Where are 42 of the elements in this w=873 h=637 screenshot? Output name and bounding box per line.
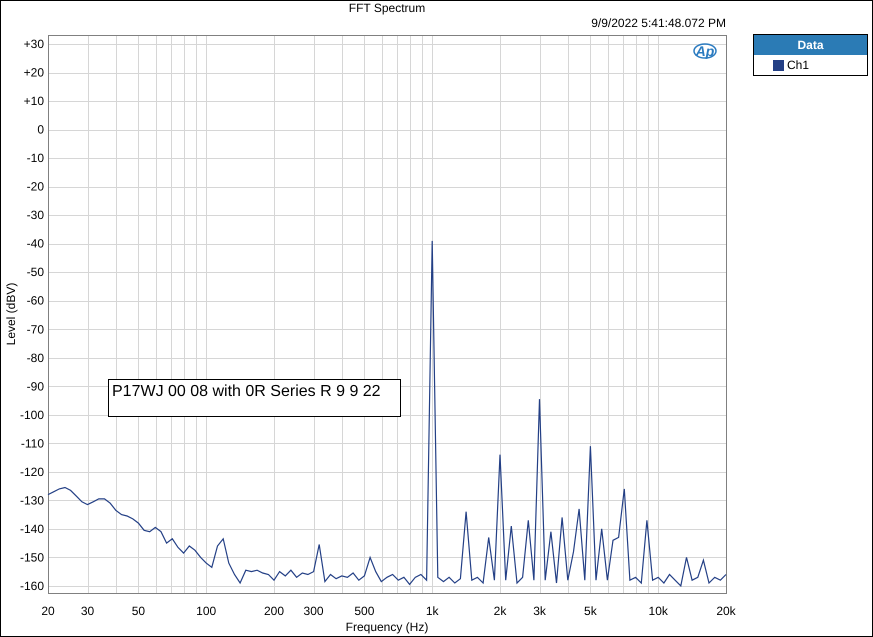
x-tick-label: 30 xyxy=(80,604,94,618)
y-tick-label: -30 xyxy=(26,208,44,222)
y-tick-label: +10 xyxy=(24,94,44,108)
y-axis-title: Level (dBV) xyxy=(4,282,18,346)
y-tick-label: -20 xyxy=(26,180,44,194)
y-tick-label: -90 xyxy=(26,379,44,394)
y-tick-label: -40 xyxy=(26,236,44,251)
y-tick-label: -160 xyxy=(20,578,44,593)
logo: Ap xyxy=(693,43,717,59)
y-tick-label: 0 xyxy=(37,122,44,137)
x-tick-label: 50 xyxy=(132,604,146,618)
x-tick-label: 3k xyxy=(533,604,546,618)
y-tick-label: -110 xyxy=(20,436,44,450)
x-tick-label: 20 xyxy=(41,604,55,618)
x-tick-label: 5k xyxy=(584,604,597,618)
y-tick-label: -140 xyxy=(20,522,44,536)
x-axis-title: Frequency (Hz) xyxy=(346,620,428,634)
x-tick-label: 10k xyxy=(648,604,668,618)
x-tick-label: 1k xyxy=(426,604,439,618)
y-tick-label: -150 xyxy=(20,550,44,564)
y-tick-label: -130 xyxy=(20,493,44,508)
x-tick-label: 100 xyxy=(196,604,216,618)
annotation-label: P17WJ 00 08 with 0R Series R 9 9 22 xyxy=(108,379,401,417)
x-tick-label: 500 xyxy=(354,604,374,618)
y-tick-label: -70 xyxy=(26,322,44,336)
y-tick-label: -80 xyxy=(26,350,44,365)
timestamp: 9/9/2022 5:41:48.072 PM xyxy=(591,16,726,30)
y-tick-label: -120 xyxy=(20,464,44,479)
y-tick-label: -60 xyxy=(26,294,44,308)
x-tick-label: 200 xyxy=(264,604,284,618)
y-tick-label: +20 xyxy=(24,66,44,80)
x-tick-label: 300 xyxy=(304,604,324,618)
y-tick-label: +30 xyxy=(24,37,44,52)
x-tick-label: 20k xyxy=(716,604,736,618)
annotation: P17WJ 00 08 with 0R Series R 9 9 22 xyxy=(112,383,381,400)
chart-title: FFT Spectrum xyxy=(348,1,426,15)
legend-header: Data xyxy=(754,35,867,55)
y-tick-label: -50 xyxy=(26,265,44,280)
y-tick-label: -10 xyxy=(26,151,44,166)
legend-label: Ch1 xyxy=(787,58,810,72)
y-tick-label: -100 xyxy=(20,408,44,422)
x-tick-label: 2k xyxy=(494,604,506,618)
